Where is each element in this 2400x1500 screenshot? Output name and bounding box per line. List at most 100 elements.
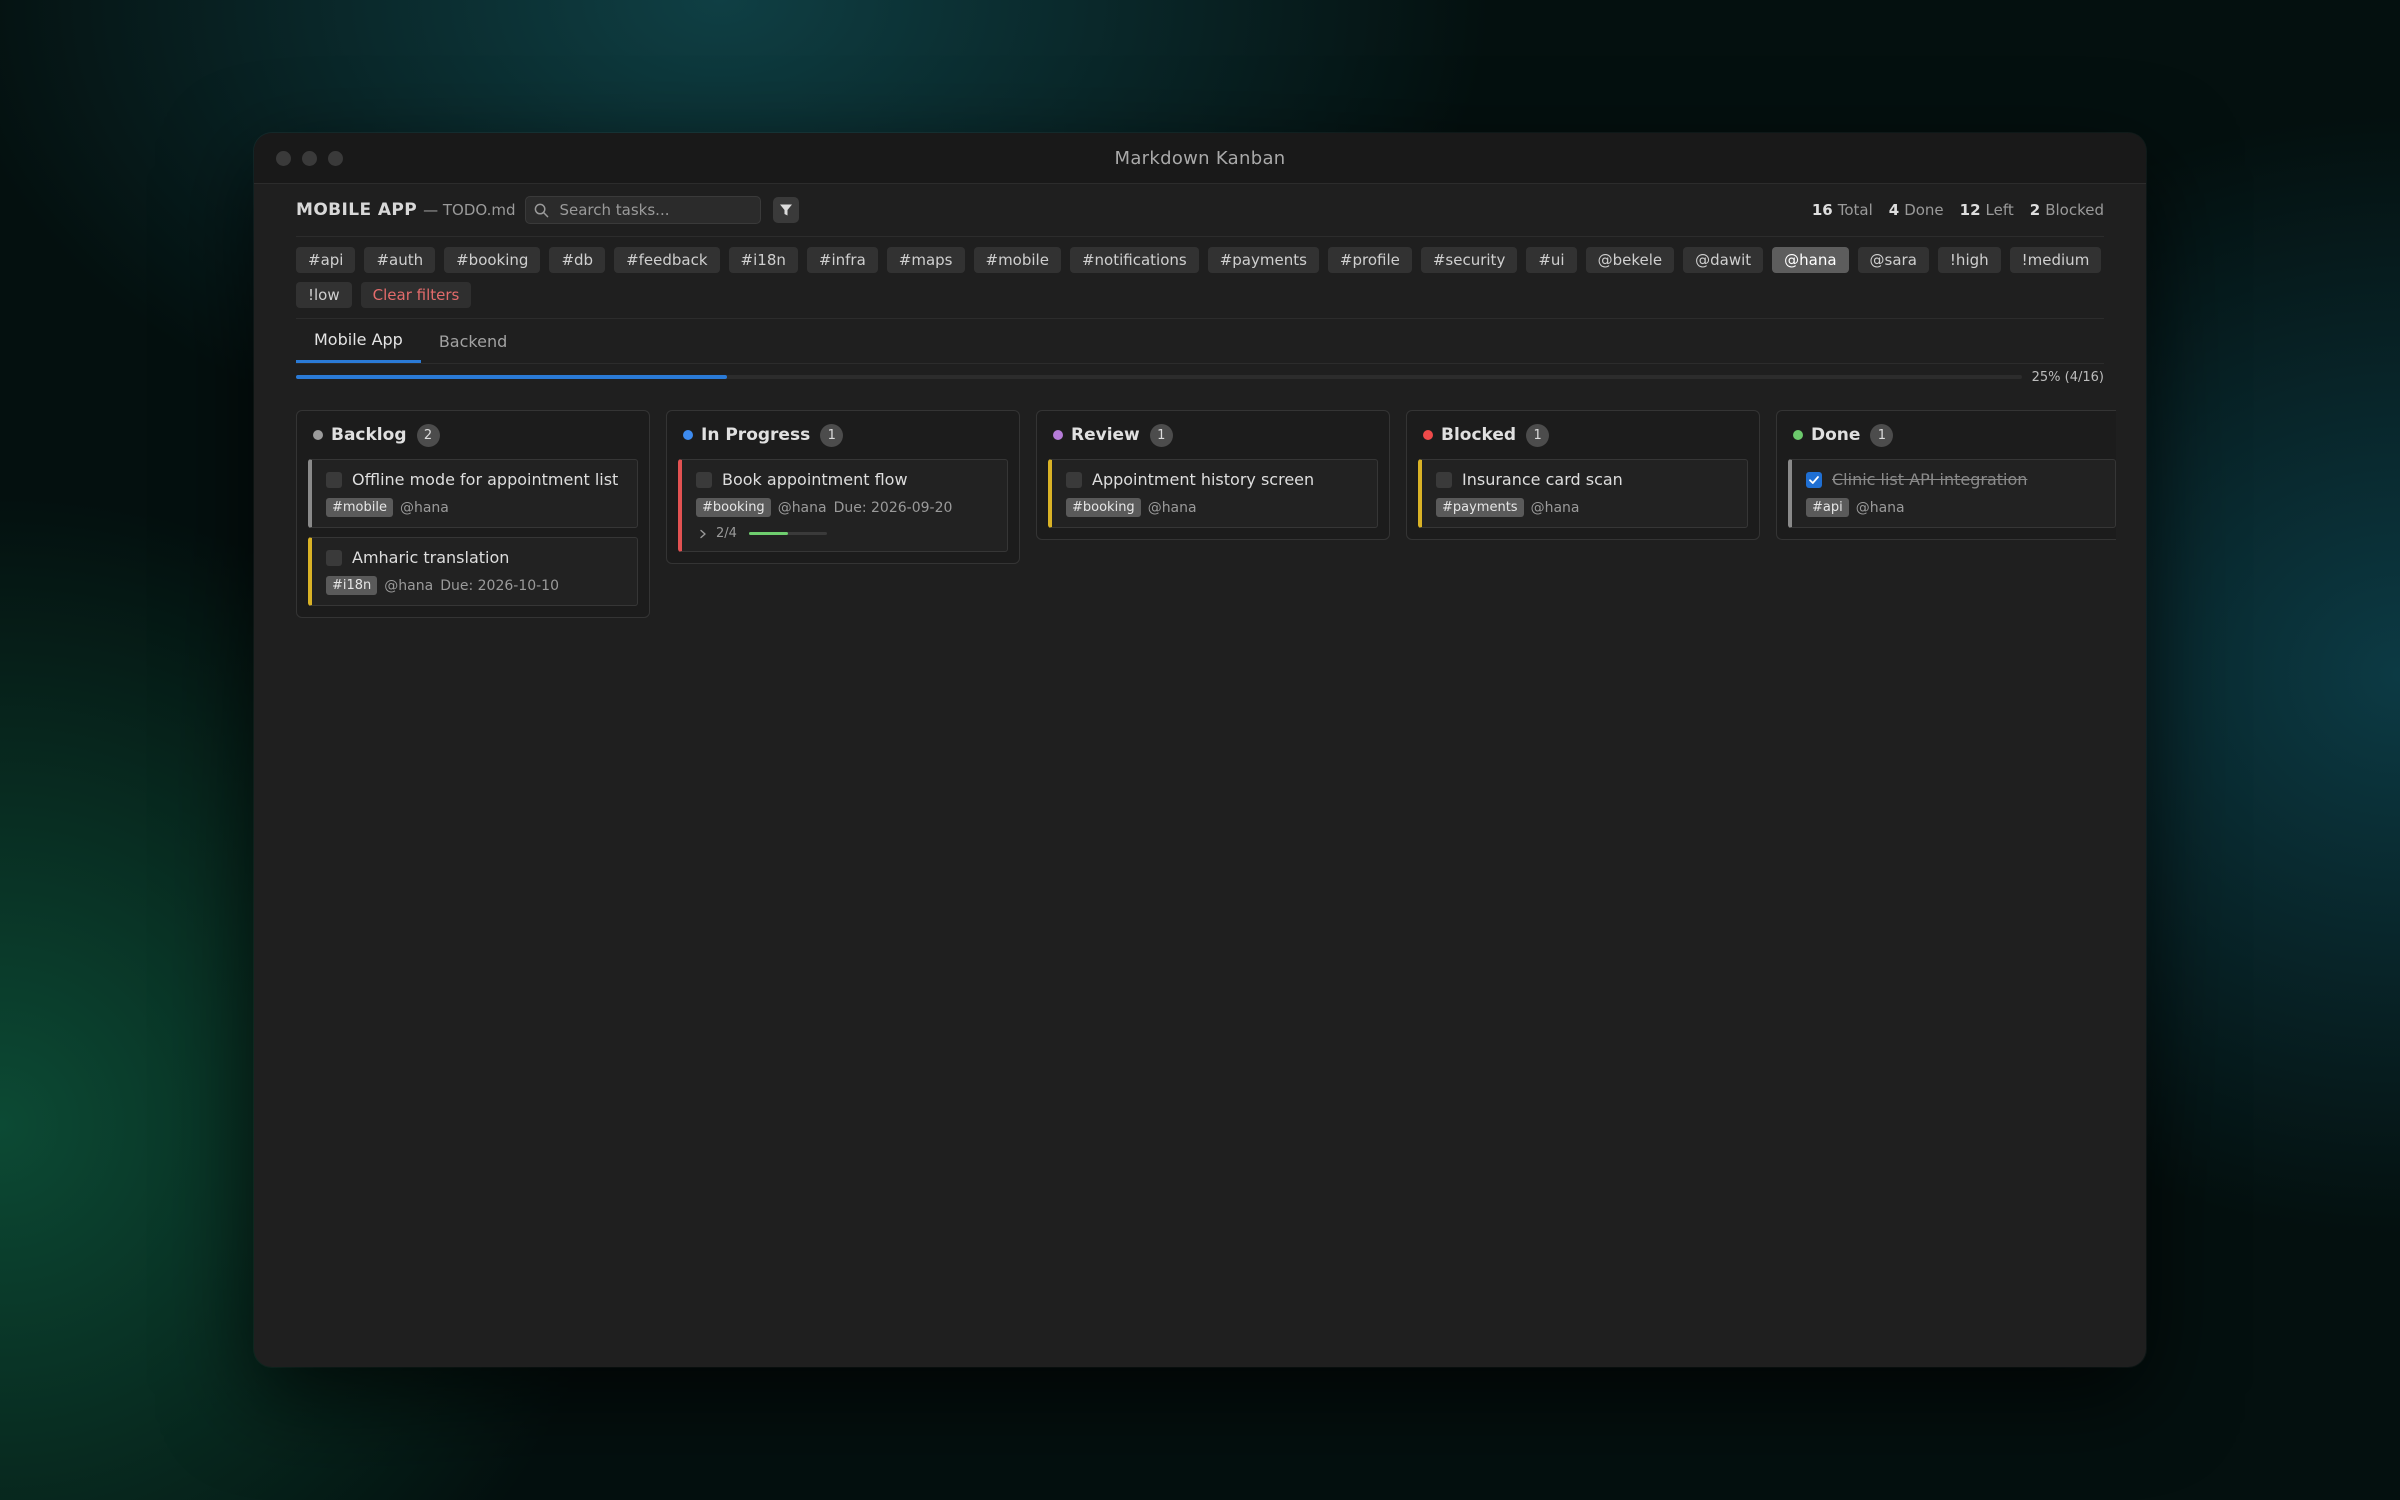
progress-row: 25% (4/16) [296,364,2104,390]
funnel-icon [780,204,793,216]
card-title-row: Appointment history screen [1066,470,1365,489]
filter-chip[interactable]: @sara [1857,247,1929,273]
task-checkbox[interactable] [326,549,342,566]
stat-label: Blocked [2045,201,2104,219]
task-tag[interactable]: #api [1806,498,1849,517]
card-title-row: Offline mode for appointment list [326,470,625,489]
task-title: Offline mode for appointment list [352,470,619,489]
filter-chip[interactable]: #booking [444,247,541,273]
filter-button[interactable] [773,197,800,223]
column-header: Blocked 1 [1418,421,1748,449]
filter-chip[interactable]: #ui [1526,247,1577,273]
task-card[interactable]: Appointment history screen #booking @hana [1048,459,1378,528]
main-content: MOBILE APP — TODO.md 16Total4Done12Left2… [254,184,2146,618]
task-card[interactable]: Book appointment flow #booking @hana Due: 2… [678,459,1008,552]
zoom-window-button[interactable] [328,151,343,166]
project-tabs: Mobile App Backend [296,319,2104,364]
task-card[interactable]: Insurance card scan #payments @hana [1418,459,1748,528]
filter-chip[interactable]: #payments [1207,247,1319,273]
stat-label: Left [1985,201,2014,219]
task-checkbox[interactable] [326,471,342,488]
filter-chip[interactable]: @bekele [1585,247,1675,273]
column-count-badge: 1 [820,423,844,447]
column-header: In Progress 1 [678,421,1008,449]
filter-chip[interactable]: #profile [1327,247,1412,273]
filter-chip[interactable]: !high [1937,247,2001,273]
status-dot [683,430,693,440]
task-assignee: @hana [1530,499,1580,516]
task-checkbox[interactable] [696,471,712,488]
task-meta: #payments @hana [1436,498,1735,517]
task-checkbox[interactable] [1436,471,1452,488]
subtask-progress[interactable]: 2/4 [696,526,995,541]
task-title: Book appointment flow [722,470,908,489]
card-title-row: Book appointment flow [696,470,995,489]
stat-value: 16 [1811,201,1833,219]
tab-mobile-app[interactable]: Mobile App [296,319,421,363]
task-meta: #booking @hana Due: 2026-09-20 [696,498,995,517]
task-due-date: Due: 2026-09-20 [833,499,953,516]
task-title: Amharic translation [352,548,510,567]
check-icon [1809,475,1819,484]
task-checkbox[interactable] [1066,471,1082,488]
tab-backend[interactable]: Backend [421,319,525,363]
task-stats: 16 Total 4 Done 12 Left 2 Blocked [1812,201,2104,219]
clear-filters-button[interactable]: Clear filters [360,282,472,308]
task-assignee: @hana [1147,499,1197,516]
filter-chip[interactable]: #notifications [1069,247,1199,273]
column-header: Done 1 [1788,421,2116,449]
task-tag[interactable]: #payments [1436,498,1524,517]
task-tag[interactable]: #mobile [326,498,393,517]
filter-chip[interactable]: #maps [886,247,965,273]
column-header: Backlog 2 [308,421,638,449]
minimize-window-button[interactable] [302,151,317,166]
filter-chip[interactable]: @hana [1772,247,1849,273]
task-tag[interactable]: #booking [1066,498,1141,517]
filter-chip[interactable]: #feedback [614,247,720,273]
filter-chip[interactable]: #api [296,247,356,273]
search-input[interactable] [557,200,752,220]
stat-value: 4 [1888,201,1900,219]
filter-chip[interactable]: #auth [364,247,436,273]
search-box[interactable] [525,196,762,224]
progress-label: 25% (4/16) [2031,369,2104,385]
task-meta: #api @hana [1806,498,2103,517]
task-meta: #i18n @hana Due: 2026-10-10 [326,576,625,595]
task-checkbox[interactable] [1806,471,1822,488]
task-meta: #mobile @hana [326,498,625,517]
window-controls [276,151,343,166]
filter-chip[interactable]: #db [549,247,606,273]
task-tag[interactable]: #i18n [326,576,378,595]
progress-bar-fill [296,375,728,379]
column-review: Review 1 Appointment history screen #bookin… [1036,410,1390,540]
filter-chip[interactable]: #infra [806,247,878,273]
task-title: Appointment history screen [1092,470,1315,489]
task-card[interactable]: Offline mode for appointment list #mobile… [308,459,638,528]
subtask-bar [748,532,827,535]
app-window: Markdown Kanban MOBILE APP — TODO.md 16T… [254,133,2146,1367]
project-name: MOBILE APP [296,200,418,220]
card-title-row: Amharic translation [326,548,625,567]
subtask-bar-fill [748,532,788,535]
subtask-count: 2/4 [716,526,737,541]
chevron-right-icon[interactable] [698,529,708,539]
stat-label: Total [1837,201,1873,219]
filter-chip[interactable]: !medium [2009,247,2102,273]
close-window-button[interactable] [276,151,291,166]
task-tag[interactable]: #booking [696,498,771,517]
column-header: Review 1 [1048,421,1378,449]
column-count-badge: 2 [416,423,440,447]
column-title: Blocked [1441,425,1517,445]
column-count-badge: 1 [1870,423,1894,447]
filter-chip[interactable]: #security [1420,247,1518,273]
task-card[interactable]: Clinic list API integration #api @hana [1788,459,2116,528]
progress-bar [296,375,2022,379]
filter-chip[interactable]: @dawit [1683,247,1764,273]
task-due-date: Due: 2026-10-10 [440,577,559,594]
filter-chip[interactable]: #mobile [973,247,1061,273]
filter-chip[interactable]: #i18n [728,247,798,273]
filter-chip[interactable]: !low [296,282,352,308]
column-title: Done [1811,425,1861,445]
kanban-board: Backlog 2 Offline mode for appointment lis… [296,410,2116,618]
task-card[interactable]: Amharic translation #i18n @hana Due: 2026-1… [308,537,638,606]
